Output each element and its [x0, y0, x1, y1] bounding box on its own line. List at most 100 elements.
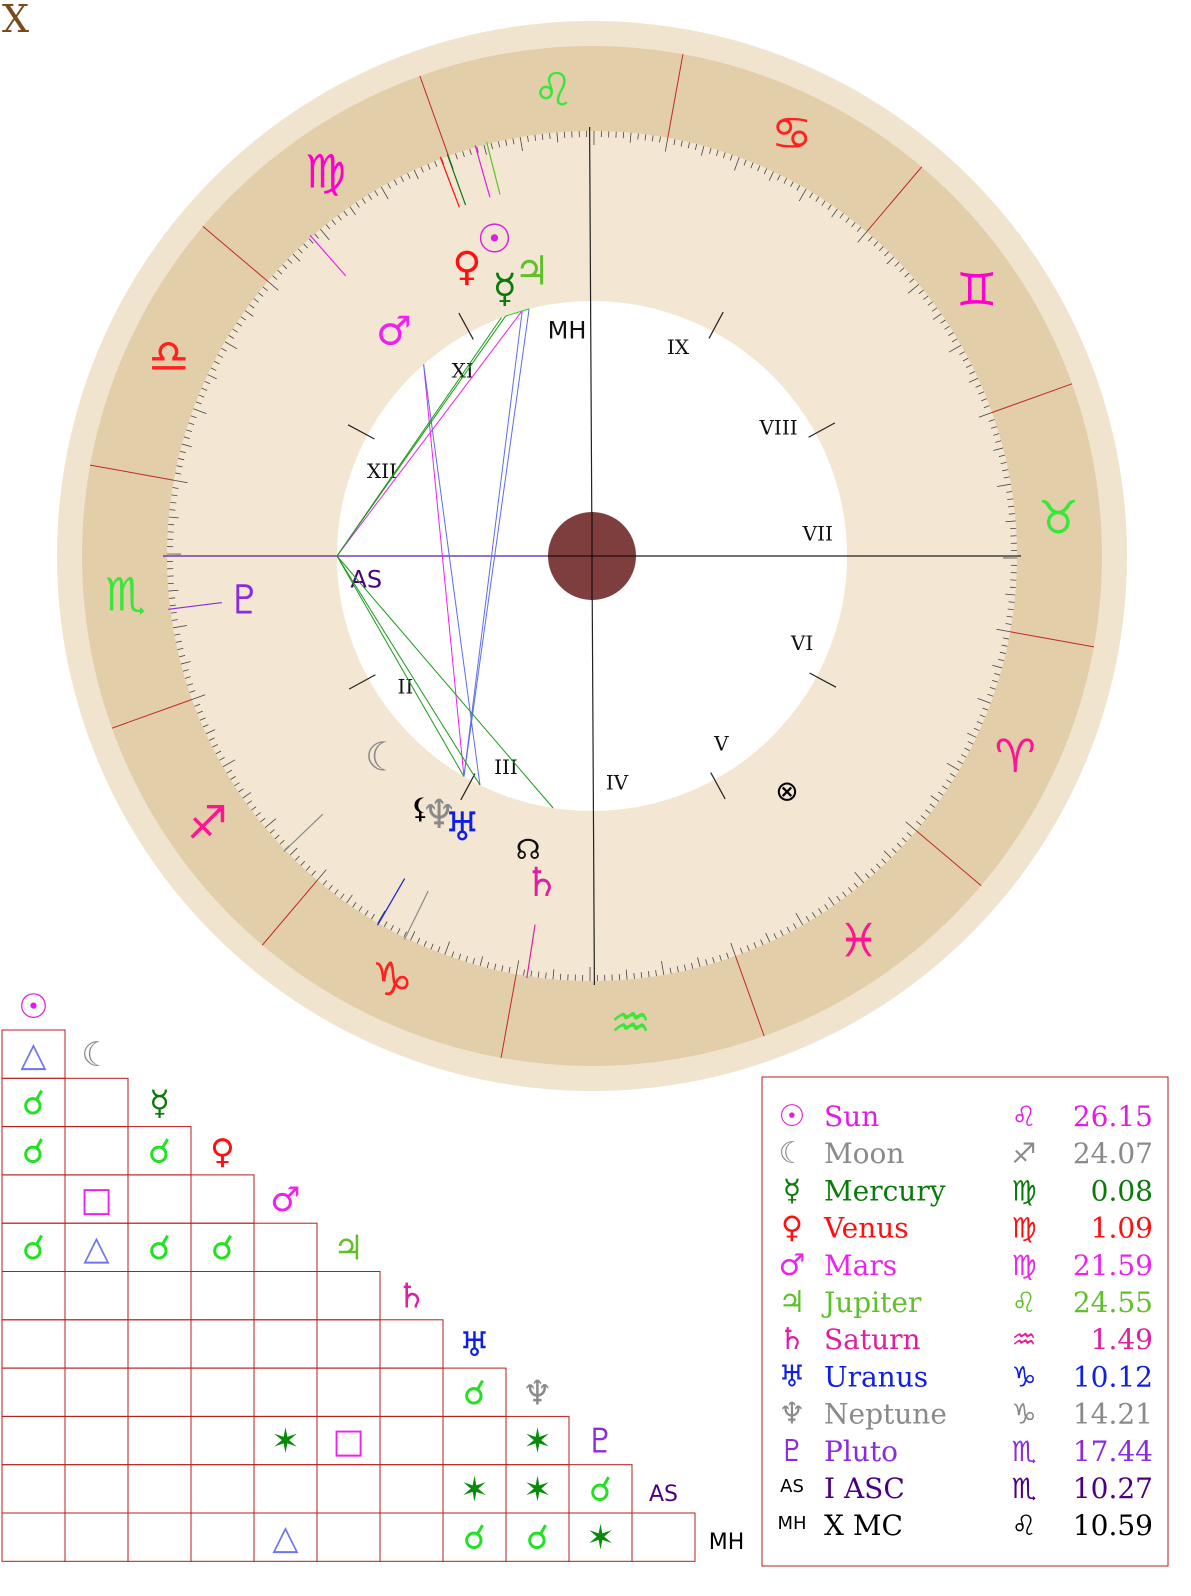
- legend-mars-sign-icon: ♍: [1011, 1249, 1036, 1282]
- aspect-square-icon: □: [80, 1180, 112, 1220]
- legend-moon-sign-icon: ♐: [1011, 1137, 1036, 1170]
- legend-saturn-sign-icon: ♒: [1011, 1323, 1036, 1356]
- legend-moon-icon: ☾: [779, 1136, 806, 1171]
- lilith-icon: ⚸: [410, 792, 431, 825]
- legend-jupiter-icon: ♃: [779, 1285, 806, 1320]
- aspect-cell: [379, 1319, 444, 1369]
- aspect-cell: [190, 1174, 255, 1224]
- grid-planet-mercury-icon: ☿: [149, 1083, 170, 1123]
- house-cusp-vi-label: VI: [790, 631, 813, 655]
- aspect-cell: [316, 1512, 381, 1562]
- aspect-square-icon: □: [332, 1422, 364, 1462]
- aspect-cell: [631, 1512, 696, 1562]
- aspect-conjunction-icon: ☌: [148, 1132, 171, 1172]
- sign-leo-icon: ♌: [533, 63, 574, 117]
- node-icon: ☊: [516, 833, 541, 866]
- legend-jupiter-sign-icon: ♌: [1011, 1286, 1036, 1319]
- grid-planet-pluto-icon: ♇: [585, 1422, 615, 1462]
- legend-venus-icon: ♀: [781, 1211, 803, 1246]
- aspect-cell: [1, 1367, 66, 1417]
- legend-asc-icon: AS: [780, 1476, 804, 1497]
- legend-jupiter-position: 24.55: [1073, 1286, 1153, 1319]
- grid-planet-mc-icon: MH: [709, 1530, 745, 1555]
- aspect-cell: [253, 1222, 318, 1272]
- aspect-cell: [316, 1319, 381, 1369]
- planet-mars-icon: ♂: [376, 309, 412, 355]
- aspect-cell: [1, 1464, 66, 1514]
- astrology-chart: X ♈♉♊♋♌♍♎♏♐♑♒♓ASIIIIIIVVVIVIIVIIIIXMHXIX…: [1, 0, 1169, 1567]
- planet-pluto-icon: ♇: [227, 578, 263, 624]
- sign-cancer-icon: ♋: [771, 106, 812, 160]
- sign-aquarius-icon: ♒: [610, 995, 651, 1049]
- grid-planet-venus-icon: ♀: [210, 1132, 235, 1172]
- aspect-cell: [442, 1415, 507, 1466]
- legend-venus-name: Venus: [823, 1212, 909, 1245]
- planet-saturn-icon: ♄: [524, 860, 560, 906]
- legend-venus-sign-icon: ♍: [1011, 1212, 1036, 1245]
- planet-sun-icon: ☉: [477, 217, 513, 263]
- legend-neptune-sign-icon: ♑: [1011, 1398, 1036, 1431]
- legend-neptune-position: 14.21: [1073, 1398, 1153, 1431]
- legend-mercury-position: 0.08: [1091, 1174, 1153, 1207]
- grid-planet-neptune-icon: ♆: [522, 1373, 552, 1413]
- legend-moon-position: 24.07: [1073, 1137, 1153, 1170]
- aspect-sextile-icon: ✶: [460, 1470, 489, 1510]
- aspect-cell: [316, 1464, 381, 1514]
- house-cusp-vii-label: VII: [802, 521, 833, 545]
- aspect-cell: [379, 1367, 444, 1417]
- aspect-cell: [190, 1367, 255, 1417]
- house-cusp-xii-label: XII: [367, 459, 397, 483]
- aspect-conjunction-icon: ☌: [211, 1228, 234, 1268]
- aspect-trine-icon: △: [83, 1228, 110, 1268]
- sign-pisces-icon: ♓: [838, 914, 879, 968]
- legend-jupiter-name: Jupiter: [821, 1286, 922, 1319]
- aspect-cell: [190, 1271, 255, 1321]
- aspect-cell: [190, 1464, 255, 1514]
- aspect-cell: [64, 1077, 129, 1128]
- aspect-trine-icon: △: [20, 1035, 47, 1075]
- house-cusp-viii-label: VIII: [758, 416, 797, 440]
- planet-moon-icon: ☾: [365, 735, 401, 781]
- legend-uranus-position: 10.12: [1073, 1360, 1153, 1393]
- legend-pluto-position: 17.44: [1073, 1435, 1153, 1468]
- legend-uranus-name: Uranus: [824, 1360, 928, 1393]
- legend-mercury-sign-icon: ♍: [1011, 1174, 1036, 1207]
- legend-mc-icon: MH: [777, 1513, 806, 1534]
- legend-neptune-name: Neptune: [824, 1398, 947, 1431]
- legend-mars-position: 21.59: [1073, 1249, 1153, 1282]
- aspect-conjunction-icon: ☌: [589, 1470, 612, 1510]
- planet-jupiter-icon: ♃: [514, 248, 550, 294]
- legend-mc-name: X MC: [824, 1509, 903, 1542]
- legend-mercury-name: Mercury: [824, 1174, 946, 1207]
- sign-aries-icon: ♈: [995, 729, 1036, 783]
- grid-planet-uranus-icon: ♅: [459, 1325, 489, 1365]
- aspect-cell: [253, 1464, 318, 1514]
- aspect-cell: [1, 1271, 66, 1321]
- sign-sagittarius-icon: ♐: [187, 796, 228, 850]
- aspect-conjunction-icon: ☌: [22, 1132, 45, 1172]
- aspect-cell: [253, 1319, 318, 1369]
- legend-pluto-icon: ♇: [779, 1434, 806, 1469]
- legend-venus-position: 1.09: [1091, 1212, 1153, 1245]
- house-cusp-iii-label: III: [494, 755, 518, 779]
- aspect-cell: [1, 1174, 66, 1224]
- grid-planet-moon-icon: ☾: [81, 1035, 111, 1075]
- legend-uranus-sign-icon: ♑: [1011, 1360, 1036, 1393]
- aspect-cell: [127, 1174, 192, 1224]
- legend-pluto-sign-icon: ♏: [1011, 1435, 1036, 1468]
- legend-saturn-icon: ♄: [779, 1322, 806, 1357]
- legend-mc-position: 10.59: [1073, 1509, 1153, 1542]
- aspect-cell: [1, 1415, 66, 1466]
- aspect-sextile-icon: ✶: [523, 1422, 552, 1462]
- aspect-cell: [127, 1367, 192, 1417]
- aspect-cell: [64, 1512, 129, 1562]
- sign-capricorn-icon: ♑: [372, 952, 413, 1006]
- aspect-sextile-icon: ✶: [523, 1470, 552, 1510]
- sign-gemini-icon: ♊: [956, 262, 997, 316]
- sign-taurus-icon: ♉: [1038, 490, 1079, 544]
- sign-scorpio-icon: ♏: [105, 568, 146, 622]
- legend-asc-position: 10.27: [1073, 1472, 1153, 1505]
- aspect-conjunction-icon: ☌: [526, 1518, 549, 1558]
- legend-saturn-position: 1.49: [1091, 1323, 1153, 1356]
- legend-sun-name: Sun: [824, 1100, 879, 1133]
